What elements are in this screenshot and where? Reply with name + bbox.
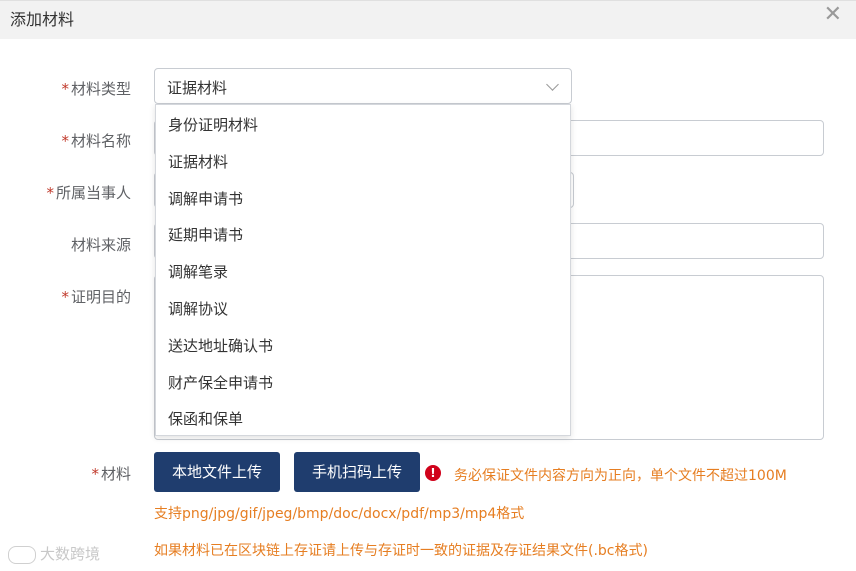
- required-mark: *: [61, 80, 69, 98]
- dropdown-option[interactable]: 送达地址确认书: [156, 328, 570, 365]
- dropdown-option[interactable]: 财产保全申请书: [156, 365, 570, 402]
- watermark-logo-icon: [8, 545, 36, 564]
- purpose-label: * 证明目的: [61, 288, 131, 306]
- dropdown-option[interactable]: 调解协议: [156, 291, 570, 328]
- warning-icon: !: [425, 465, 441, 481]
- material-type-dropdown: 身份证明材料 证据材料 调解申请书 延期申请书 调解笔录 调解协议 送达地址确认…: [155, 104, 571, 436]
- watermark: 大数跨境: [8, 543, 100, 564]
- scan-upload-button[interactable]: 手机扫码上传: [294, 452, 420, 492]
- blockchain-text: 如果材料已在区块链上存证请上传与存证时一致的证据及存证结果文件(.bc格式): [154, 543, 648, 559]
- material-source-label: 材料来源: [70, 236, 131, 254]
- required-mark: *: [91, 465, 99, 483]
- dropdown-option[interactable]: 调解笔录: [156, 254, 570, 291]
- required-mark: *: [46, 184, 54, 202]
- chevron-down-icon: [546, 78, 559, 91]
- material-type-select[interactable]: 证据材料: [154, 68, 572, 104]
- warning-text: 务必保证文件内容方向为正向，单个文件不超过100M: [454, 468, 787, 484]
- required-mark: *: [61, 132, 69, 150]
- dialog-header: 添加材料 ✕: [0, 0, 856, 39]
- material-name-label: * 材料名称: [61, 132, 131, 150]
- material-type-value: 证据材料: [167, 79, 228, 97]
- close-icon[interactable]: ✕: [824, 1, 842, 29]
- dropdown-option[interactable]: 调解申请书: [156, 181, 570, 218]
- dropdown-option[interactable]: 身份证明材料: [156, 107, 570, 144]
- material-label: * 材料: [91, 465, 131, 483]
- party-label: * 所属当事人: [46, 184, 131, 202]
- material-type-label: * 材料类型: [61, 80, 131, 98]
- dropdown-option[interactable]: 证据材料: [156, 144, 570, 181]
- dropdown-option[interactable]: 保函和保单: [156, 401, 570, 438]
- required-mark: *: [61, 288, 69, 306]
- dropdown-option[interactable]: 延期申请书: [156, 217, 570, 254]
- formats-text: 支持png/jpg/gif/jpeg/bmp/doc/docx/pdf/mp3/…: [154, 506, 525, 522]
- dialog-title: 添加材料: [10, 10, 75, 29]
- local-upload-button[interactable]: 本地文件上传: [154, 452, 280, 492]
